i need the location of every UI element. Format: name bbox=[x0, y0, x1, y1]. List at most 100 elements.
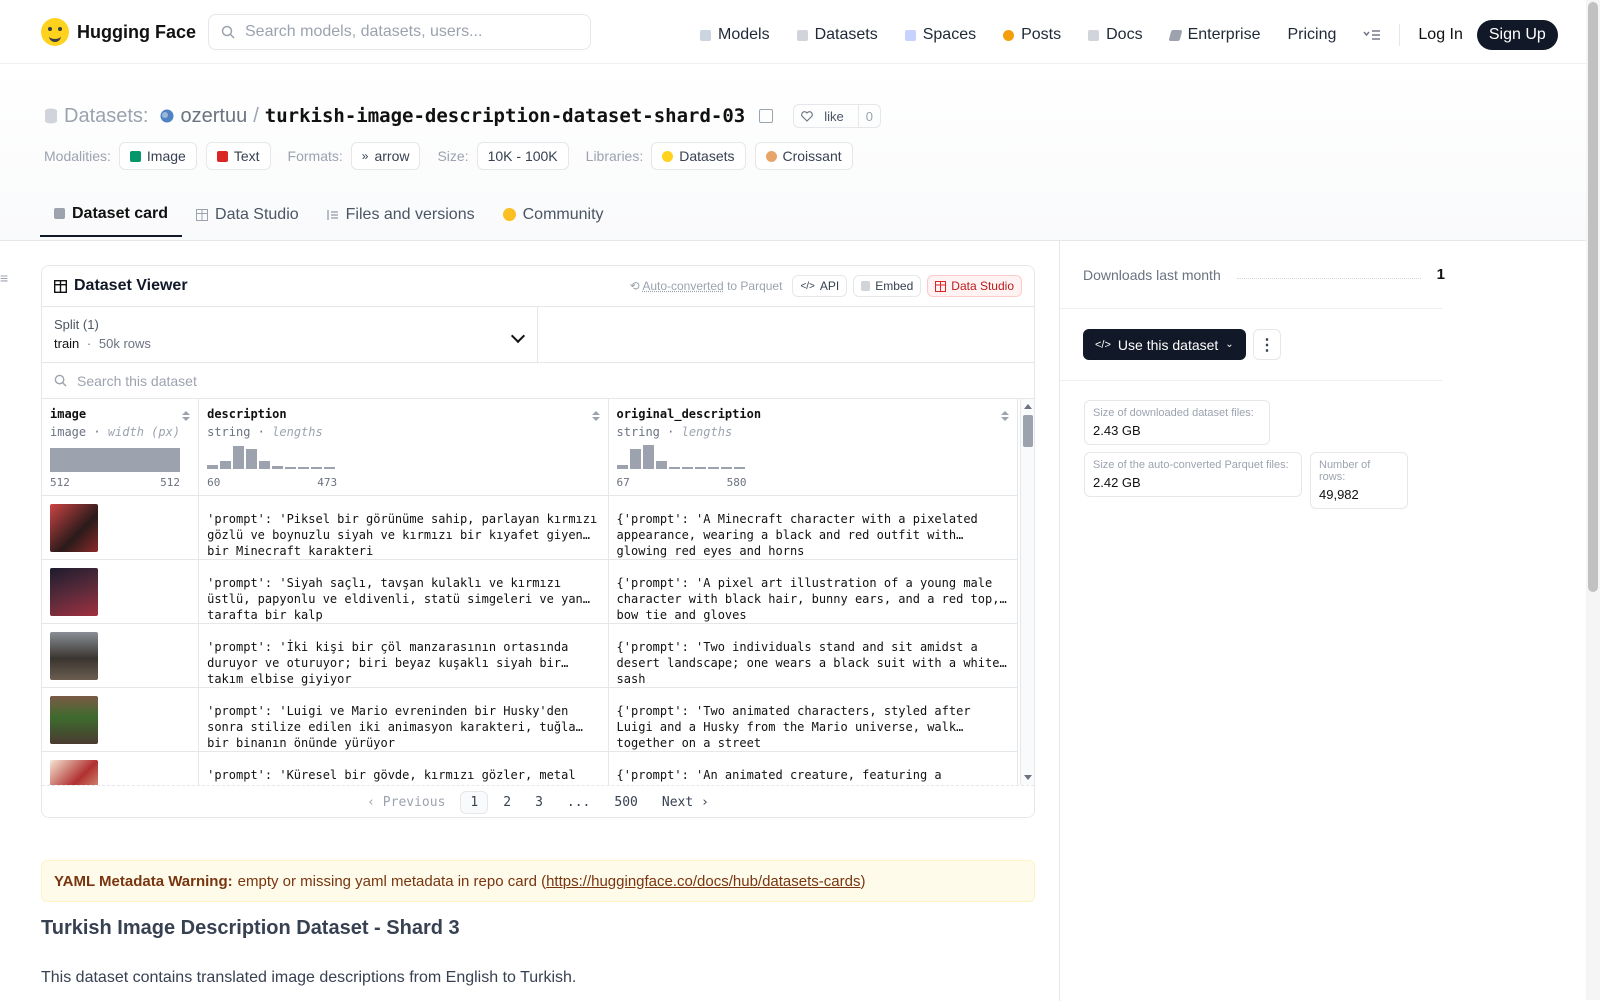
image-cell[interactable] bbox=[42, 560, 200, 623]
column-header-original-description[interactable]: original_description string · lengths 67… bbox=[609, 399, 1018, 495]
histogram-bar bbox=[207, 465, 219, 469]
original-description-cell[interactable]: {'prompt': 'A Minecraft character with a… bbox=[609, 496, 1018, 559]
column-type: string · lengths bbox=[207, 425, 323, 439]
image-cell[interactable] bbox=[42, 688, 200, 751]
row-thumbnail[interactable] bbox=[50, 696, 98, 744]
api-button[interactable]: </> API bbox=[792, 275, 848, 297]
description-cell[interactable]: 'prompt': 'Siyah saçlı, tavşan kulaklı v… bbox=[199, 560, 609, 623]
owner-link[interactable]: ozertuu bbox=[180, 105, 247, 128]
models-icon bbox=[700, 29, 711, 41]
description-cell[interactable]: 'prompt': 'Küresel bir gövde, kırmızı gö… bbox=[199, 752, 609, 785]
use-this-dataset-button[interactable]: </> Use this dataset ⌄ bbox=[1083, 329, 1246, 360]
repo-name[interactable]: turkish-image-description-dataset-shard-… bbox=[265, 105, 745, 127]
tab-files[interactable]: Files and versions bbox=[313, 192, 489, 237]
tag-image[interactable]: Image bbox=[118, 142, 197, 170]
auto-converted-note[interactable]: ⟲ Auto-converted to Parquet bbox=[630, 279, 783, 293]
table-row[interactable]: 'prompt': 'Küresel bir gövde, kırmızı gö… bbox=[42, 752, 1018, 785]
split-selector[interactable]: Split (1) train · 50k rows bbox=[42, 307, 538, 362]
tag-datasets-lib[interactable]: Datasets bbox=[651, 142, 746, 170]
scroll-down-icon[interactable] bbox=[1024, 775, 1032, 780]
column-header-image[interactable]: image image · width (px) 512 512 bbox=[42, 399, 200, 495]
split-value: train · 50k rows bbox=[54, 336, 525, 351]
histogram-axis: 67 580 bbox=[617, 476, 747, 489]
tab-community[interactable]: Community bbox=[489, 192, 618, 237]
global-search-input[interactable] bbox=[245, 23, 565, 41]
table-row[interactable]: 'prompt': 'Siyah saçlı, tavşan kulaklı v… bbox=[42, 560, 1018, 624]
histogram-bar bbox=[655, 461, 667, 469]
histogram-bar bbox=[285, 467, 297, 469]
dataset-search[interactable] bbox=[42, 363, 1034, 399]
table-row[interactable]: 'prompt': 'Luigi ve Mario evreninden bir… bbox=[42, 688, 1018, 752]
row-thumbnail[interactable] bbox=[50, 760, 98, 785]
table-scrollbar[interactable] bbox=[1020, 399, 1034, 785]
column-type-label: string bbox=[207, 425, 251, 439]
row-thumbnail[interactable] bbox=[50, 504, 98, 552]
stat-label: Size of the auto-converted Parquet files… bbox=[1093, 459, 1289, 471]
row-thumbnail[interactable] bbox=[50, 568, 98, 616]
scroll-up-icon[interactable] bbox=[1024, 404, 1032, 409]
nav-enterprise[interactable]: Enterprise bbox=[1168, 26, 1260, 44]
dataset-viewer: Dataset Viewer ⟲ Auto-converted to Parqu… bbox=[41, 265, 1035, 818]
image-cell[interactable] bbox=[42, 624, 200, 687]
previous-page-button[interactable]: ‹ Previous bbox=[358, 792, 454, 813]
nav-docs[interactable]: Docs bbox=[1088, 26, 1143, 44]
page-2[interactable]: 2 bbox=[494, 792, 520, 813]
table-row[interactable]: 'prompt': 'Piksel bir görünüme sahip, pa… bbox=[42, 496, 1018, 560]
histogram-min: 60 bbox=[207, 476, 221, 489]
page-scrollbar-thumb[interactable] bbox=[1588, 2, 1598, 592]
nav-more-menu[interactable] bbox=[1363, 29, 1381, 41]
original-description-cell[interactable]: {'prompt': 'An animated creature, featur… bbox=[609, 752, 1018, 785]
next-page-button[interactable]: Next › bbox=[653, 792, 718, 813]
brand-logo[interactable]: Hugging Face bbox=[41, 18, 196, 46]
embed-button[interactable]: Embed bbox=[853, 275, 922, 297]
description-cell[interactable]: 'prompt': 'İki kişi bir çöl manzarasının… bbox=[199, 624, 609, 687]
sort-icon[interactable] bbox=[1001, 411, 1009, 421]
copy-icon[interactable] bbox=[759, 109, 774, 123]
global-search[interactable] bbox=[208, 14, 591, 50]
description-length-histogram bbox=[207, 445, 336, 469]
page-500[interactable]: 500 bbox=[605, 792, 646, 813]
nav-pricing[interactable]: Pricing bbox=[1287, 26, 1336, 44]
description-cell[interactable]: 'prompt': 'Luigi ve Mario evreninden bir… bbox=[199, 688, 609, 751]
original-description-cell[interactable]: {'prompt': 'A pixel art illustration of … bbox=[609, 560, 1018, 623]
page-scrollbar[interactable] bbox=[1586, 0, 1600, 1000]
sort-icon[interactable] bbox=[591, 411, 600, 421]
toc-toggle-icon[interactable]: ≡ bbox=[0, 270, 8, 286]
nav-posts[interactable]: Posts bbox=[1003, 26, 1061, 44]
scrollbar-thumb[interactable] bbox=[1023, 415, 1033, 447]
login-button[interactable]: Log In bbox=[1418, 26, 1462, 44]
image-cell[interactable] bbox=[42, 752, 200, 785]
image-cell[interactable] bbox=[42, 496, 200, 559]
page-1[interactable]: 1 bbox=[460, 791, 489, 814]
tag-arrow[interactable]: » arrow bbox=[350, 142, 421, 170]
data-table: image image · width (px) 512 512 descript… bbox=[42, 399, 1034, 785]
datasets-cards-link[interactable]: https://huggingface.co/docs/hub/datasets… bbox=[546, 873, 860, 890]
auto-converted-link[interactable]: Auto-converted bbox=[642, 279, 723, 293]
sort-icon[interactable] bbox=[182, 411, 191, 421]
original-description-cell[interactable]: {'prompt': 'Two animated characters, sty… bbox=[609, 688, 1018, 751]
section-label[interactable]: Datasets: bbox=[64, 105, 148, 128]
tab-dataset-card[interactable]: Dataset card bbox=[40, 192, 183, 237]
histogram-bar bbox=[272, 466, 284, 469]
nav-models[interactable]: Models bbox=[700, 26, 770, 44]
warning-close-paren: ) bbox=[860, 872, 866, 890]
description-cell[interactable]: 'prompt': 'Piksel bir görünüme sahip, pa… bbox=[199, 496, 609, 559]
like-button[interactable]: like 0 bbox=[793, 104, 881, 128]
tag-text[interactable]: Text bbox=[205, 142, 271, 170]
row-thumbnail[interactable] bbox=[50, 632, 98, 680]
nav-spaces[interactable]: Spaces bbox=[904, 26, 976, 44]
column-name: description bbox=[207, 407, 287, 421]
tag-size[interactable]: 10K - 100K bbox=[476, 142, 569, 170]
tab-data-studio[interactable]: Data Studio bbox=[182, 192, 313, 237]
dataset-search-input[interactable] bbox=[77, 372, 577, 389]
page-3[interactable]: 3 bbox=[526, 792, 552, 813]
table-row[interactable]: 'prompt': 'İki kişi bir çöl manzarasının… bbox=[42, 624, 1018, 688]
more-options-button[interactable]: ⋮ bbox=[1253, 329, 1281, 360]
like-count[interactable]: 0 bbox=[857, 105, 880, 127]
original-description-cell[interactable]: {'prompt': 'Two individuals stand and si… bbox=[609, 624, 1018, 687]
signup-button[interactable]: Sign Up bbox=[1476, 20, 1558, 50]
column-header-description[interactable]: description string · lengths 60 473 bbox=[199, 399, 609, 495]
nav-datasets[interactable]: Datasets bbox=[796, 26, 878, 44]
tag-croissant[interactable]: Croissant bbox=[754, 142, 853, 170]
data-studio-button[interactable]: Data Studio bbox=[927, 275, 1022, 297]
